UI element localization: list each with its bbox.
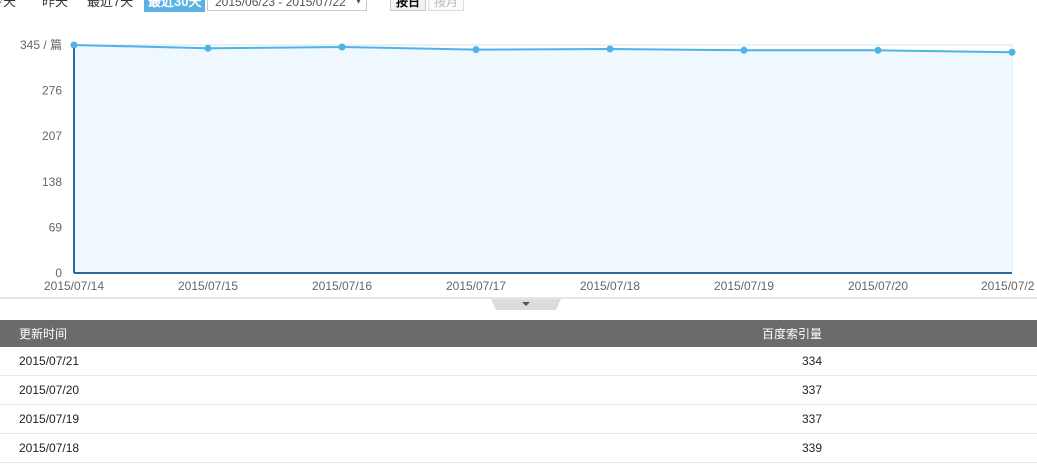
data-point <box>70 41 78 49</box>
y-tick-label: 69 <box>49 220 63 234</box>
row-filler <box>822 404 1037 434</box>
range-tab-last7[interactable]: 最近7天 <box>87 0 133 12</box>
row-filler <box>822 347 1037 376</box>
granularity-month-button[interactable]: 按月 <box>428 0 464 11</box>
data-point <box>338 43 346 51</box>
x-tick-label: 2015/07/2 <box>981 279 1035 293</box>
row-date: 2015/07/20 <box>0 375 659 405</box>
table-row: 2015/07/21 334 <box>0 347 1037 376</box>
y-tick-label: 276 <box>42 84 62 98</box>
x-tick-label: 2015/07/15 <box>178 279 238 293</box>
x-tick-label: 2015/07/16 <box>312 279 372 293</box>
range-tab-today[interactable]: 今天 <box>0 0 16 12</box>
row-filler <box>822 433 1037 463</box>
y-tick-label: 0 <box>55 266 62 280</box>
triangle-down-icon <box>491 299 561 310</box>
chart-collapse-toggle[interactable] <box>491 299 561 310</box>
date-range-value: 2015/06/23 - 2015/07/22 <box>215 0 346 9</box>
row-date: 2015/07/21 <box>0 347 659 376</box>
data-point <box>740 46 748 54</box>
row-value: 337 <box>659 404 822 434</box>
table-row: 2015/07/20 337 <box>0 375 1037 405</box>
granularity-day-button[interactable]: 按日 <box>390 0 426 11</box>
series-area <box>74 45 1012 273</box>
data-point <box>606 45 614 53</box>
x-tick-label: 2015/07/20 <box>848 279 908 293</box>
header-update-time[interactable]: 更新时间 <box>0 320 659 347</box>
index-trend-chart: 0 69 138 207 276 345 / 篇 2015/07/14 2015/07/15 2… <box>0 14 1037 300</box>
date-range-picker[interactable]: 2015/06/23 - 2015/07/22 ▾ <box>207 0 367 11</box>
x-tick-label: 2015/07/19 <box>714 279 774 293</box>
row-value: 339 <box>659 433 822 463</box>
header-filler <box>822 320 1037 347</box>
data-point <box>1008 48 1016 56</box>
y-tick-label: 207 <box>42 129 62 143</box>
index-table: 更新时间 百度索引量 2015/07/21 334 2015/07/20 337… <box>0 320 1037 463</box>
range-tab-yesterday[interactable]: 昨天 <box>42 0 68 12</box>
chart-svg: 0 69 138 207 276 345 / 篇 2015/07/14 2015/07/15 2… <box>20 37 1035 293</box>
data-point <box>204 44 212 52</box>
range-tab-last30[interactable]: 最近30天 <box>144 0 206 12</box>
row-value: 334 <box>659 347 822 376</box>
x-tick-label: 2015/07/14 <box>44 279 104 293</box>
row-filler <box>822 375 1037 405</box>
y-unit-label: 345 / 篇 <box>20 37 62 52</box>
y-tick-label: 138 <box>42 175 62 189</box>
table-header-row: 更新时间 百度索引量 <box>0 320 1037 347</box>
table-row: 2015/07/18 339 <box>0 433 1037 463</box>
row-date: 2015/07/19 <box>0 404 659 434</box>
row-date: 2015/07/18 <box>0 433 659 463</box>
date-toolbar: 今天 昨天 最近7天 最近30天 2015/06/23 - 2015/07/22… <box>0 0 1037 14</box>
x-tick-label: 2015/07/18 <box>580 279 640 293</box>
table-row: 2015/07/19 337 <box>0 404 1037 434</box>
data-point <box>874 46 882 54</box>
row-value: 337 <box>659 375 822 405</box>
header-baidu-index[interactable]: 百度索引量 <box>659 320 822 347</box>
data-point <box>472 46 480 54</box>
x-tick-label: 2015/07/17 <box>446 279 506 293</box>
chevron-down-icon: ▾ <box>355 0 361 7</box>
